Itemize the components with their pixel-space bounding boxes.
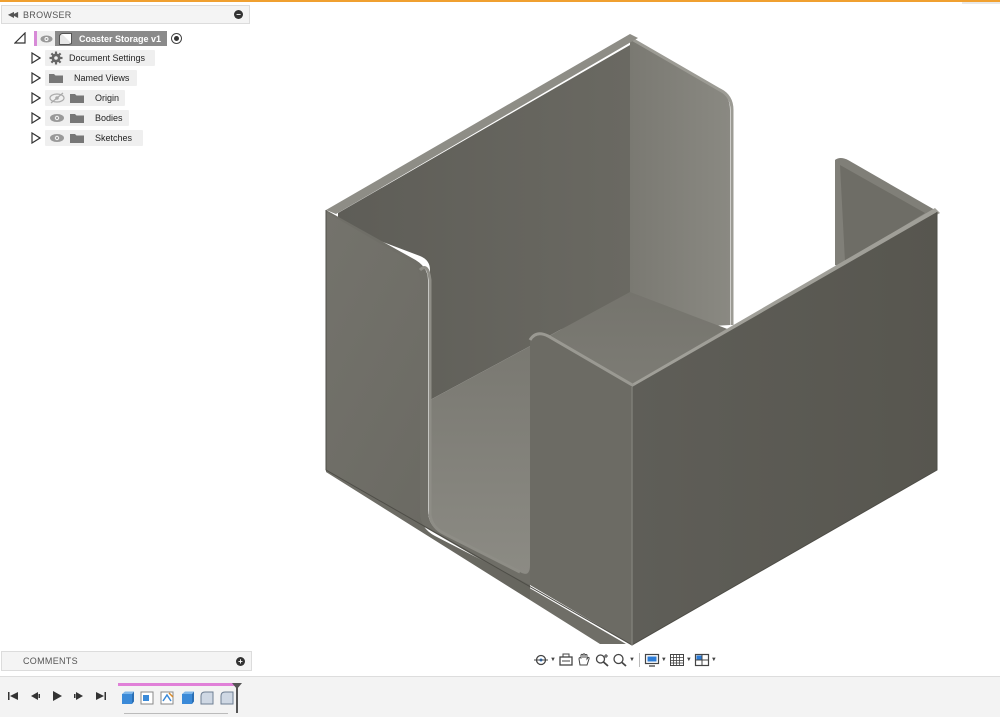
extrude-icon[interactable]: [180, 691, 194, 705]
comments-header[interactable]: COMMENTS +: [1, 651, 252, 671]
tree-item-document-settings[interactable]: Document Settings: [45, 50, 155, 66]
timeline-marker[interactable]: [236, 685, 238, 713]
activate-radio-icon[interactable]: [171, 33, 183, 44]
chevron-down-icon[interactable]: ▼: [711, 657, 717, 663]
component-icon: [59, 33, 72, 45]
comments-title: COMMENTS: [23, 656, 78, 666]
tree-item-label: Sketches: [95, 133, 133, 143]
eye-icon[interactable]: [48, 112, 66, 124]
timeline-ticks: [124, 709, 228, 714]
eye-icon[interactable]: [37, 31, 55, 46]
folder-icon: [70, 114, 84, 123]
orbit-icon[interactable]: ▼: [533, 651, 556, 669]
sketch-icon[interactable]: [160, 691, 174, 705]
root-label: Coaster Storage v1: [79, 33, 162, 44]
tree-item-label: Origin: [95, 93, 120, 103]
expand-triangle-icon[interactable]: [31, 92, 41, 104]
expand-triangle-icon[interactable]: [31, 112, 41, 124]
eye-hidden-icon[interactable]: [48, 92, 66, 104]
gear-icon: [49, 51, 63, 65]
step-forward-icon[interactable]: [72, 689, 86, 703]
expand-triangle-icon[interactable]: [31, 52, 41, 64]
root-label-box[interactable]: Coaster Storage v1: [55, 31, 168, 46]
zoom-window-icon[interactable]: ▼: [612, 651, 635, 669]
fillet-icon[interactable]: [220, 691, 234, 705]
tree-item-label: Document Settings: [69, 53, 146, 63]
browser-title: BROWSER: [23, 9, 72, 20]
display-settings-icon[interactable]: ▼: [644, 651, 667, 669]
toolbar-separator: [638, 653, 640, 667]
folder-icon: [49, 74, 63, 83]
root-component[interactable]: Coaster Storage v1: [34, 31, 183, 46]
go-to-end-icon[interactable]: [94, 689, 108, 703]
folder-icon: [70, 134, 84, 143]
tree-item-named-views[interactable]: Named Views: [45, 70, 137, 86]
grid-icon[interactable]: ▼: [669, 651, 692, 669]
folder-icon: [70, 94, 84, 103]
look-at-icon[interactable]: [558, 651, 574, 669]
step-back-icon[interactable]: [28, 689, 42, 703]
sketch-icon[interactable]: [140, 691, 154, 705]
navigation-toolbar: ▼ ▼ ▼ ▼ ▼: [533, 650, 717, 670]
fillet-icon[interactable]: [200, 691, 214, 705]
expand-triangle-icon[interactable]: [31, 72, 41, 84]
timeline: [0, 676, 1000, 717]
expand-triangle-icon[interactable]: [31, 132, 41, 144]
tree-item-label: Named Views: [74, 73, 130, 83]
tree-item-origin[interactable]: Origin: [45, 90, 125, 106]
collapse-panel-icon[interactable]: ◀◀: [4, 10, 20, 19]
top-accent-segment: [962, 2, 1000, 4]
model-viewport[interactable]: [260, 20, 1000, 655]
extrude-icon[interactable]: [120, 691, 134, 705]
back-right-wall: [630, 38, 730, 330]
tree-item-label: Bodies: [95, 113, 123, 123]
timeline-controls: [6, 689, 108, 703]
viewports-icon[interactable]: ▼: [694, 651, 717, 669]
chevron-down-icon[interactable]: ▼: [661, 657, 667, 663]
expanded-triangle-icon[interactable]: [14, 32, 26, 44]
chevron-down-icon[interactable]: ▼: [550, 657, 556, 663]
chevron-down-icon[interactable]: ▼: [629, 657, 635, 663]
tree-item-sketches[interactable]: Sketches: [45, 130, 143, 146]
pan-icon[interactable]: [576, 651, 592, 669]
tree-item-bodies[interactable]: Bodies: [45, 110, 129, 126]
go-to-start-icon[interactable]: [6, 689, 20, 703]
minimize-panel-icon[interactable]: −: [234, 10, 243, 19]
top-accent-line: [0, 0, 1000, 2]
chevron-down-icon[interactable]: ▼: [686, 657, 692, 663]
eye-icon[interactable]: [48, 132, 66, 144]
timeline-range: [118, 683, 236, 686]
browser-header[interactable]: ◀◀ BROWSER −: [1, 5, 250, 24]
play-icon[interactable]: [50, 689, 64, 703]
zoom-icon[interactable]: [594, 651, 610, 669]
add-comment-icon[interactable]: +: [236, 656, 245, 666]
timeline-track[interactable]: [118, 681, 242, 715]
